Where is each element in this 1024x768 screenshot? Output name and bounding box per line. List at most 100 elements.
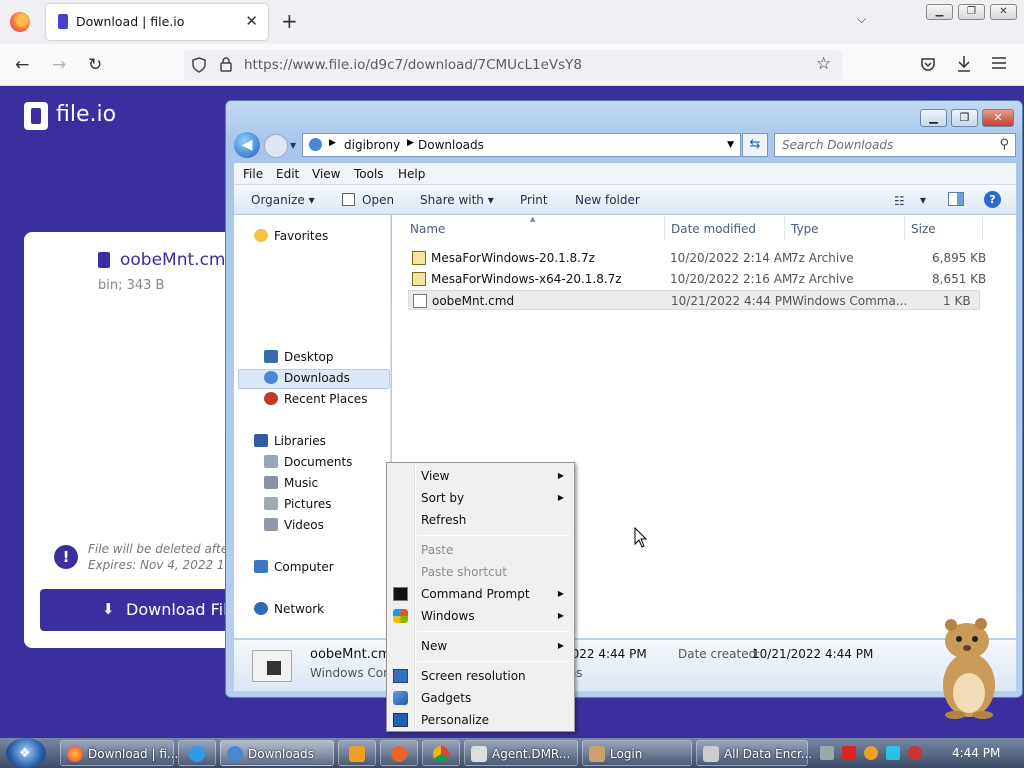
nav-favorites[interactable]: Favorites [274,229,328,243]
browser-minimize-button[interactable]: ▁ [926,4,953,20]
list-all-tabs-icon[interactable]: ⌵ [857,12,866,27]
preview-pane-icon[interactable] [948,192,964,206]
ctx-refresh[interactable]: Refresh [389,509,572,531]
view-options-dropdown[interactable]: ▾ [920,193,926,207]
url-text[interactable]: https://www.file.io/d9c7/download/7CMUcL… [244,57,582,73]
address-dropdown-icon[interactable]: ▼ [727,140,734,150]
nav-desktop[interactable]: Desktop [284,350,334,364]
nav-computer[interactable]: Computer [274,560,334,574]
taskbar-encrypt[interactable]: All Data Encr... [696,740,812,766]
taskbar-login[interactable]: Login [582,740,692,766]
explorer-minimize-button[interactable]: ▁ [920,109,947,127]
tab-close-icon[interactable]: ✕ [245,12,258,30]
bookmark-star-icon[interactable]: ☆ [816,54,831,74]
taskbar-chrome[interactable] [422,740,460,766]
forward-arrow-icon[interactable]: → [52,55,66,75]
explorer-close-button[interactable]: ✕ [982,109,1014,127]
nav-downloads[interactable]: Downloads [284,371,350,385]
taskbar-downloads[interactable]: Downloads [220,740,334,766]
taskbar-ie[interactable] [178,740,216,766]
tray-recorder-icon[interactable] [908,746,922,760]
pocket-icon[interactable] [920,56,936,72]
browser-restore-button[interactable]: ❐ [958,4,985,20]
nav-network[interactable]: Network [274,602,324,616]
file-row[interactable]: MesaForWindows-x64-20.1.8.7z 10/20/2022 … [408,269,986,289]
breadcrumb-user[interactable]: digibrony [344,138,400,152]
back-button-icon[interactable]: ◀ [234,132,260,158]
browser-close-button[interactable]: ✕ [990,4,1017,20]
share-with-button[interactable]: Share with ▾ [420,193,494,207]
column-separator[interactable] [904,217,905,241]
column-size[interactable]: Size [911,222,936,236]
recent-pages-dropdown-icon[interactable]: ▼ [290,141,296,150]
menu-file[interactable]: File [243,167,263,181]
column-name[interactable]: Name [410,222,445,236]
ctx-personalize[interactable]: Personalize [389,709,572,731]
ctx-paste[interactable]: Paste [389,539,572,561]
column-type[interactable]: Type [791,222,819,236]
ctx-gadgets[interactable]: Gadgets [389,687,572,709]
forward-button-icon[interactable] [264,134,288,158]
nav-documents[interactable]: Documents [284,455,352,469]
column-separator[interactable] [664,217,665,241]
refresh-icon[interactable]: ⇆ [742,133,768,157]
breadcrumb-downloads[interactable]: Downloads [418,138,484,152]
ctx-windows[interactable]: Windows ▶ [389,605,572,627]
navigation-pane[interactable]: Favorites Desktop Downloads Recent Place… [234,215,391,638]
download-icon[interactable] [956,55,972,73]
firefox-logo-icon[interactable] [10,12,30,32]
ctx-command-prompt[interactable]: Command Prompt ▶ [389,583,572,605]
search-icon[interactable]: ⚲ [999,137,1009,152]
tray-display-icon[interactable] [886,746,900,760]
nav-videos[interactable]: Videos [284,518,324,532]
taskbar-paint[interactable] [380,740,418,766]
taskbar-agent[interactable]: Agent.DMR... [464,740,578,766]
taskbar-media-player[interactable] [338,740,376,766]
ctx-sort-by[interactable]: Sort by ▶ [389,487,572,509]
print-button[interactable]: Print [520,193,548,207]
ctx-screen-resolution[interactable]: Screen resolution [389,665,572,687]
ctx-view[interactable]: View ▶ [389,465,572,487]
start-button[interactable]: ❖ [6,738,46,768]
reload-icon[interactable]: ↻ [88,55,102,75]
ctx-paste-shortcut[interactable]: Paste shortcut [389,561,572,583]
column-date-modified[interactable]: Date modified [671,222,756,236]
address-bar[interactable]: ▶ digibrony ▶ Downloads ▼ [302,133,741,157]
file-row-selected[interactable]: oobeMnt.cmd 10/21/2022 4:44 PM Windows C… [408,290,980,310]
tray-app-icon[interactable] [820,746,834,760]
new-tab-button[interactable]: + [281,9,298,33]
fileio-brand[interactable]: file.io [56,102,116,127]
nav-music[interactable]: Music [284,476,318,490]
breadcrumb-arrow-icon[interactable]: ▶ [329,138,336,148]
hamburger-menu-icon[interactable] [992,57,1006,69]
taskbar-clock[interactable]: 4:44 PM [952,746,1000,760]
url-bar[interactable]: https://www.file.io/d9c7/download/7CMUcL… [184,50,842,80]
menu-view[interactable]: View [312,167,340,181]
change-view-icon[interactable]: ☷ [894,194,905,208]
tray-search-icon[interactable] [864,746,878,760]
shield-icon[interactable] [192,57,206,73]
nav-pictures[interactable]: Pictures [284,497,332,511]
taskbar-firefox[interactable]: Download | fi... [60,740,178,766]
fileio-logo-icon[interactable] [24,102,48,130]
menu-tools[interactable]: Tools [354,167,384,181]
open-button[interactable]: Open [362,193,394,207]
browser-tab-active[interactable]: Download | file.io ✕ [46,4,268,40]
ctx-new[interactable]: New ▶ [389,635,572,657]
menu-edit[interactable]: Edit [276,167,299,181]
help-icon[interactable]: ? [984,191,1001,208]
download-file-button[interactable]: ⬇ Download Fil [40,589,240,631]
new-folder-button[interactable]: New folder [575,193,640,207]
search-input[interactable]: Search Downloads ⚲ [774,133,1016,157]
column-separator[interactable] [982,217,983,241]
explorer-maximize-button[interactable]: ❐ [951,109,978,127]
explorer-window[interactable]: ▁ ❐ ✕ ◀ ▼ ▶ digibrony ▶ Downloads ▼ ⇆ Se… [225,100,1023,698]
file-row[interactable]: MesaForWindows-20.1.8.7z 10/20/2022 2:14… [408,248,986,268]
breadcrumb-arrow-icon[interactable]: ▶ [407,138,414,148]
menu-help[interactable]: Help [398,167,425,181]
column-separator[interactable] [784,217,785,241]
tray-antivirus-icon[interactable] [842,746,856,760]
nav-libraries[interactable]: Libraries [274,434,326,448]
nav-recent-places[interactable]: Recent Places [284,392,367,406]
lock-icon[interactable] [220,57,232,72]
